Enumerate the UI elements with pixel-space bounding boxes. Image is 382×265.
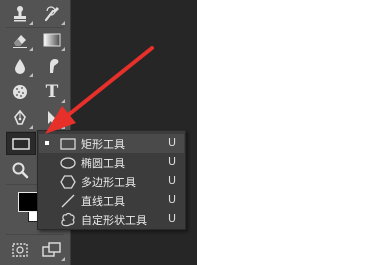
annotation-arrow xyxy=(45,46,154,134)
